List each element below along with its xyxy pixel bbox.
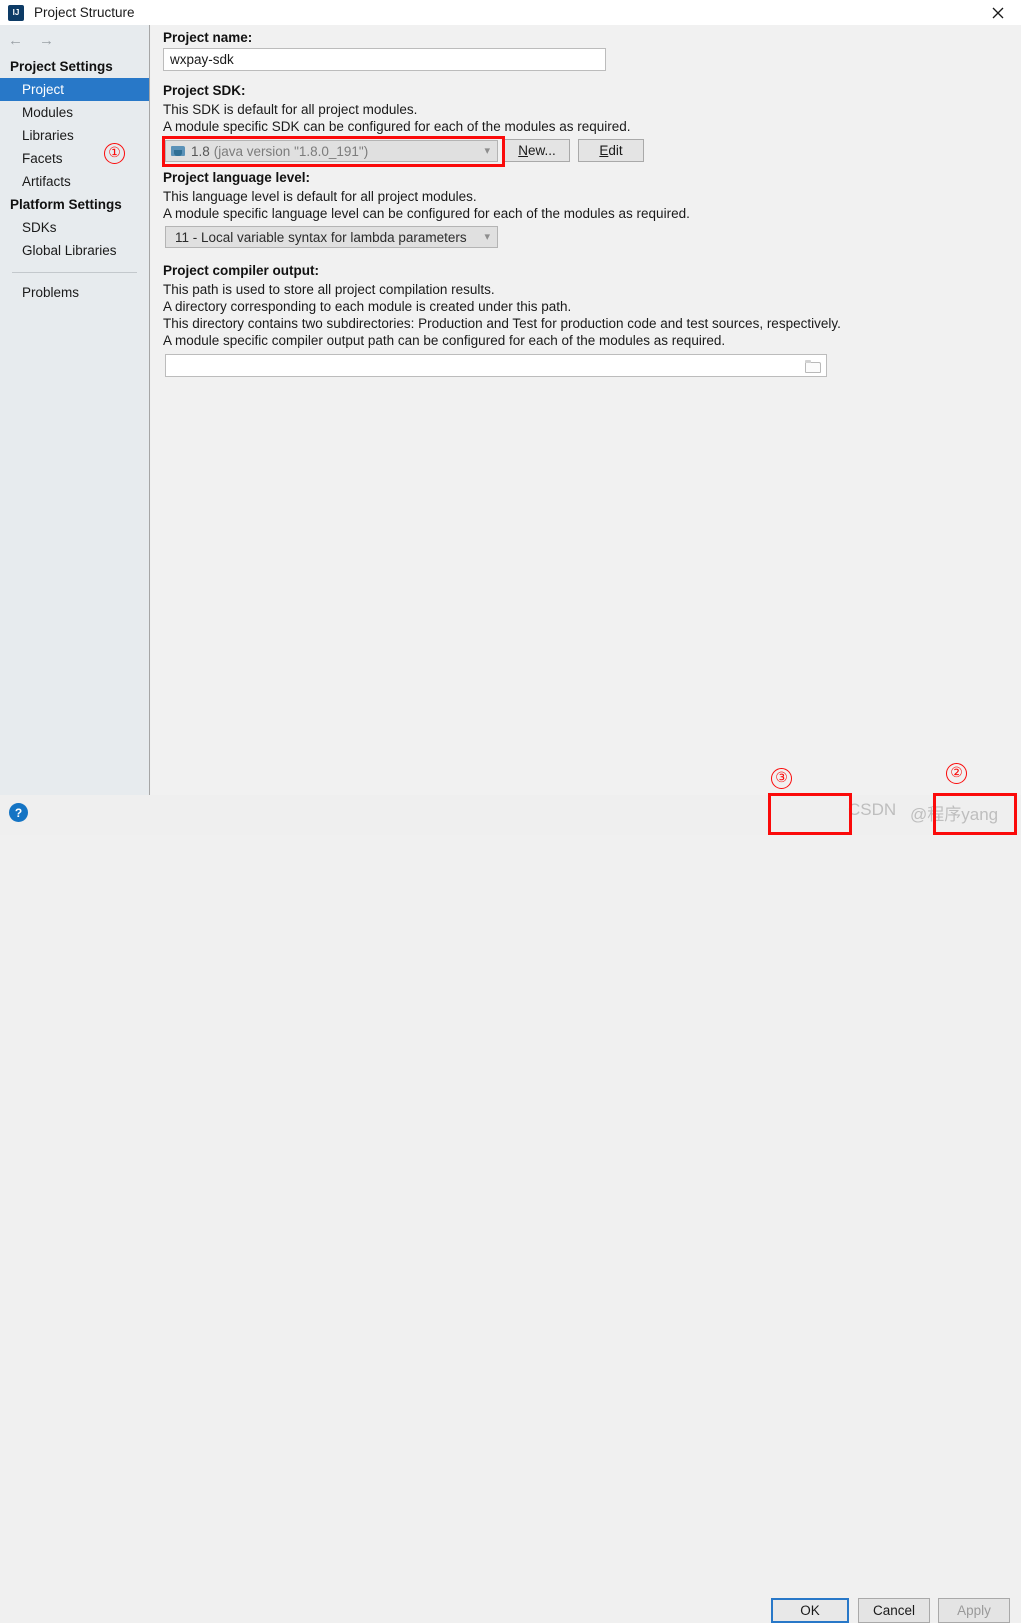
main-panel: Project name: Project SDK: This SDK is d… — [151, 25, 1021, 795]
annotation-marker-1: ① — [104, 143, 125, 164]
chevron-down-icon: ▾ — [484, 230, 490, 243]
compiler-output-path-field[interactable] — [165, 354, 827, 377]
sidebar-item-artifacts[interactable]: Artifacts — [0, 170, 149, 193]
dialog-footer: ? OK Cancel Apply — [0, 795, 1021, 1623]
close-icon — [992, 7, 1004, 18]
chevron-down-icon: ▾ — [484, 144, 490, 157]
help-question-icon[interactable]: ? — [9, 803, 28, 822]
project-sdk-version: 1.8 — [191, 143, 210, 159]
sidebar-item-project[interactable]: Project — [0, 78, 149, 101]
sidebar: ← → Project Settings Project Modules Lib… — [0, 25, 150, 795]
sidebar-item-sdks[interactable]: SDKs — [0, 216, 149, 239]
edit-button-label-rest: dit — [608, 143, 623, 158]
sidebar-item-modules[interactable]: Modules — [0, 101, 149, 124]
sidebar-item-global-libraries[interactable]: Global Libraries — [0, 239, 149, 262]
title-bar: Project Structure — [0, 0, 1021, 25]
sidebar-item-libraries[interactable]: Libraries — [0, 124, 149, 147]
language-level-dropdown[interactable]: 11 - Local variable syntax for lambda pa… — [165, 226, 498, 248]
compiler-output-description-line1: This path is used to store all project c… — [163, 282, 495, 297]
new-button-mnemonic: N — [518, 143, 528, 158]
sidebar-item-facets[interactable]: Facets — [0, 147, 149, 170]
arrow-right-icon[interactable]: → — [39, 33, 54, 48]
project-sdk-dropdown[interactable]: 1.8 (java version "1.8.0_191") ▾ — [165, 140, 498, 162]
window-title: Project Structure — [34, 5, 135, 20]
compiler-output-description-line4: A module specific compiler output path c… — [163, 333, 726, 348]
language-level-description-line1: This language level is default for all p… — [163, 189, 477, 204]
project-name-label: Project name: — [163, 30, 253, 45]
sidebar-group-platform-settings: Platform Settings — [10, 197, 122, 212]
sidebar-group-project-settings: Project Settings — [10, 59, 113, 74]
compiler-output-description-line2: A directory corresponding to each module… — [163, 299, 572, 314]
ok-button[interactable]: OK — [771, 1598, 849, 1623]
project-name-input[interactable] — [163, 48, 606, 71]
edit-sdk-button[interactable]: Edit — [578, 139, 644, 162]
language-level-description-line2: A module specific language level can be … — [163, 206, 690, 221]
language-level-label: Project language level: — [163, 170, 311, 185]
navigation-arrows: ← → — [0, 25, 149, 55]
new-sdk-button[interactable]: New... — [504, 139, 570, 162]
project-sdk-description-line2: A module specific SDK can be configured … — [163, 119, 631, 134]
java-sdk-icon — [171, 145, 186, 158]
arrow-left-icon[interactable]: ← — [8, 33, 23, 48]
close-button[interactable] — [975, 0, 1021, 25]
folder-icon[interactable] — [805, 359, 821, 373]
sidebar-divider — [12, 272, 137, 273]
intellij-idea-icon — [8, 4, 24, 21]
project-sdk-label: Project SDK: — [163, 83, 246, 98]
annotation-marker-3: ③ — [771, 768, 792, 789]
compiler-output-label: Project compiler output: — [163, 263, 320, 278]
apply-button[interactable]: Apply — [938, 1598, 1010, 1623]
sidebar-item-problems[interactable]: Problems — [0, 281, 149, 304]
cancel-button[interactable]: Cancel — [858, 1598, 930, 1623]
project-sdk-description-line1: This SDK is default for all project modu… — [163, 102, 418, 117]
annotation-marker-2: ② — [946, 763, 967, 784]
project-sdk-version-detail: (java version "1.8.0_191") — [213, 143, 369, 159]
language-level-value: 11 - Local variable syntax for lambda pa… — [175, 229, 467, 245]
compiler-output-description-line3: This directory contains two subdirectori… — [163, 316, 841, 331]
new-button-label-rest: ew... — [527, 143, 556, 158]
